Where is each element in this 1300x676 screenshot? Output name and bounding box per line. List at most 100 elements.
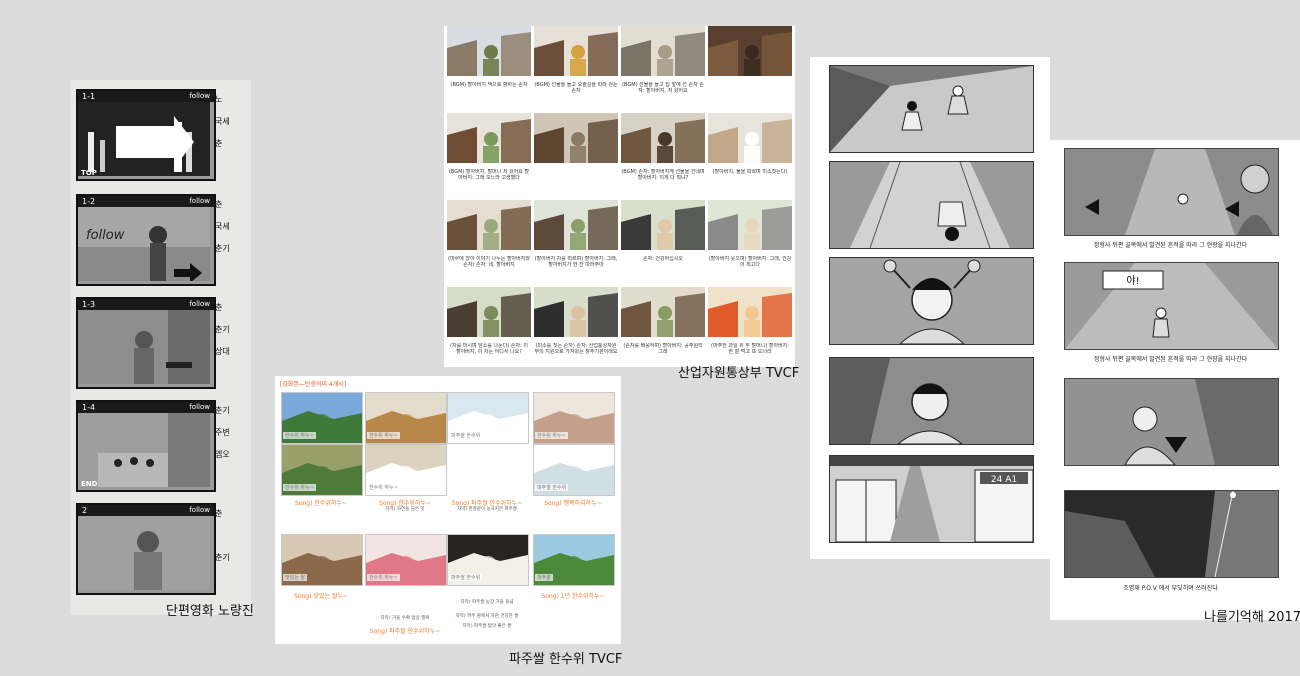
storyboard-cell: (할아버지 차를 따르며) 할아버지: 그래, 할아버지가 한 잔 따라주마 bbox=[534, 200, 618, 280]
storyboard-cell bbox=[534, 113, 618, 193]
storyboard-cell: (마주한 과일 위 두 할머니) 할아버지: 한 잘 먹고 또 오너라 bbox=[708, 287, 792, 367]
frame-caption: (할아버지 웃으며) 할아버지: 그래, 건강이 최고다 bbox=[708, 256, 792, 268]
storyboard-frame bbox=[534, 200, 618, 250]
storyboard-frame: 한수위 하누~ bbox=[281, 392, 363, 448]
song-label: Song) 맛있는 쌀누~ bbox=[294, 593, 348, 600]
frame-caption: 조명재 P.O.V 에서 부딪히며 쓰러진다 bbox=[1123, 585, 1218, 592]
frame-footer: END bbox=[81, 480, 98, 488]
storyboard-cell: (손자를 배웅하며) 할아버지: 공주원리 그래 bbox=[621, 287, 705, 367]
note-text: 춘기 bbox=[215, 244, 230, 253]
song-label: Song) 한수위하누~ bbox=[379, 500, 431, 507]
storyboard-row: 1-4 follow END 춘기 주변 엠오 bbox=[76, 400, 248, 492]
subtitle-text: 자막) 파주쌀 농장 가을 들녘 bbox=[460, 600, 514, 605]
board-motie-tvcf: (BGM) 할아버지 댁으로 향하는 손자 (BGM) 선물을 들고 오솔길을 따… bbox=[444, 26, 795, 367]
frame-label: 한수위 하누~ bbox=[367, 574, 400, 581]
storyboard-frame bbox=[447, 200, 531, 250]
note-text: 국세 bbox=[215, 117, 230, 126]
storyboard-frame: 2 follow bbox=[76, 503, 216, 595]
storyboard-cell: (BGM) 할아버지 댁으로 향하는 손자 bbox=[447, 26, 531, 106]
storyboard-frame bbox=[708, 26, 792, 76]
storyboard-cell bbox=[708, 26, 792, 106]
frame-caption: (차를 마시며 담소를 나눈다) 손자: 이 할아버지, 이 차는 어디서 나요… bbox=[450, 343, 528, 355]
storyboard-cell: (미소를 짓는 손자) 손자: 산업통상자원부의 지원으로 가져왔는 청주기관이… bbox=[534, 287, 618, 367]
camera-move: follow bbox=[189, 506, 210, 514]
sketch-frame-1 bbox=[1064, 148, 1279, 236]
storyboard-frame bbox=[534, 113, 618, 163]
storyboard-frame: 한수위 하누~ bbox=[533, 392, 615, 448]
storyboard-frame bbox=[534, 26, 618, 76]
frame-caption: 정형사 뒤편 골목에서 발견된 흔적을 따라 그 현장을 지나간다 bbox=[1093, 356, 1248, 363]
sketch-frame-3 bbox=[1064, 378, 1279, 466]
frame-caption: (마루에 앉아 이야기 나누는 할아버지와 손자) 손자: 네, 할아버지 bbox=[448, 256, 530, 268]
shop-sign: 24 A1 bbox=[991, 475, 1017, 485]
camera-move: follow bbox=[189, 197, 210, 205]
storyboard-frame bbox=[621, 287, 705, 337]
sketch-frame-1 bbox=[829, 65, 1034, 153]
frame-notes: 춘 춘기 상대 bbox=[215, 297, 248, 385]
storyboard-frame bbox=[621, 26, 705, 76]
shot-number: 1-1 bbox=[82, 92, 96, 101]
sketch-frame-4 bbox=[1064, 490, 1279, 578]
storyboard-cell: (BGM) 할아버지, 할머니 저 왔어요 할아버지: 그래 오느라 고생했다 bbox=[447, 113, 531, 193]
note-text: 춘 bbox=[215, 139, 223, 148]
shout-text: 야! bbox=[1126, 275, 1139, 287]
song-label: Song) 1년 한수위하누~ bbox=[541, 593, 605, 600]
frame-caption: (BGM) 할아버지 댁으로 향하는 손자 bbox=[450, 82, 528, 88]
frame-notes: 춘 국세 춘기 bbox=[215, 194, 248, 282]
storyboard-frame: 한수위 하누~ bbox=[365, 392, 447, 448]
frame-label: 한수위 하누~ bbox=[283, 484, 316, 491]
frame-header: 1-2 follow bbox=[78, 196, 214, 207]
caption-paju: 파주쌀 한수위 TVCF bbox=[509, 652, 623, 667]
board-tag: [강화본—탄생의미 4개사] bbox=[280, 381, 347, 388]
note-text: 춘기 bbox=[215, 325, 230, 334]
shot-number: 1-2 bbox=[82, 197, 96, 206]
shot-number: 1-3 bbox=[82, 300, 96, 309]
frame-caption: (BGM) 손자: 할아버지께 선물을 건네며 할아버지: 이게 다 뭐냐? bbox=[621, 169, 705, 181]
storyboard-row: 1-2 follow follow 춘 국세 춘기 bbox=[76, 194, 248, 286]
storyboard-frame: 한수위 하누~ bbox=[281, 444, 363, 500]
frame-caption bbox=[534, 169, 618, 193]
storyboard-frame: 파주쌀 bbox=[533, 534, 615, 590]
storyboard-frame: 맛있는 쌀 bbox=[281, 534, 363, 590]
note-text: 노 bbox=[215, 95, 223, 104]
frame-footer: TOP bbox=[81, 169, 97, 177]
storyboard-frame bbox=[534, 287, 618, 337]
camera-move: follow bbox=[189, 300, 210, 308]
song-label: Song) 한수위하누~ bbox=[295, 500, 347, 507]
note-text: 춘기 bbox=[215, 553, 230, 562]
caption-noryangjin: 단편영화 노량진 bbox=[166, 604, 254, 619]
frame-header: 2 follow bbox=[78, 505, 214, 516]
shot-number: 1-4 bbox=[82, 403, 96, 412]
board-sketches: 24 A1 bbox=[810, 57, 1050, 559]
frame-label: 한수위 하누~ bbox=[283, 432, 316, 439]
storyboard-row: 1-1 follow TOP 노국세춘 bbox=[76, 89, 248, 181]
frame-notes: 춘기 주변 엠오 bbox=[215, 400, 248, 488]
storyboard-frame bbox=[447, 26, 531, 76]
frame-notes: 노국세춘 bbox=[215, 89, 248, 177]
note-text: 춘 bbox=[215, 200, 223, 209]
frame-label: 파주쌀 한수위 bbox=[449, 432, 483, 439]
storyboard-frame bbox=[447, 287, 531, 337]
frame-header: 1-1 follow bbox=[78, 91, 214, 102]
frame-notes: 춘 춘기 bbox=[215, 503, 248, 591]
subtitle-text: 자막) 한결같이 농사지은 파주쌀 bbox=[457, 507, 517, 512]
sketch-frame-3 bbox=[829, 257, 1034, 345]
storyboard-cell: (할아버지, 물을 따르며 미소짓는다) bbox=[708, 113, 792, 193]
storyboard-frame bbox=[621, 113, 705, 163]
frame-caption: (BGM) 할아버지, 할머니 저 왔어요 할아버지: 그래 오느라 고생했다 bbox=[448, 169, 530, 181]
storyboard-cell: (마루에 앉아 이야기 나누는 할아버지와 손자) 손자: 네, 할아버지 bbox=[447, 200, 531, 280]
storyboard-cell: (BGM) 선물을 들고 오솔길을 따라 걷는 손자 bbox=[534, 26, 618, 106]
frame-label: 한수위 하누~ bbox=[535, 432, 568, 439]
storyboard-row: 1-3 follow 춘 춘기 상대 bbox=[76, 297, 248, 389]
storyboard-cell: 손자: 건강하십시오 bbox=[621, 200, 705, 280]
note-text bbox=[215, 525, 248, 547]
storyboard-cell: (BGM) 손자: 할아버지께 선물을 건네며 할아버지: 이게 다 뭐냐? bbox=[621, 113, 705, 193]
song-label: Song) 파주쌀 한수위하누~ bbox=[451, 500, 523, 507]
storyboard-row: 2 follow 춘 춘기 bbox=[76, 503, 248, 595]
frame-caption bbox=[708, 82, 792, 106]
camera-move: follow bbox=[189, 403, 210, 411]
caption-motie: 산업자원통상부 TVCF bbox=[678, 366, 800, 381]
note-text: 주변 bbox=[215, 428, 230, 437]
subtitle-text: 자막) 파주쌀 밥맛 좋은 쌀 bbox=[462, 624, 512, 629]
shot-number: 2 bbox=[82, 506, 88, 515]
